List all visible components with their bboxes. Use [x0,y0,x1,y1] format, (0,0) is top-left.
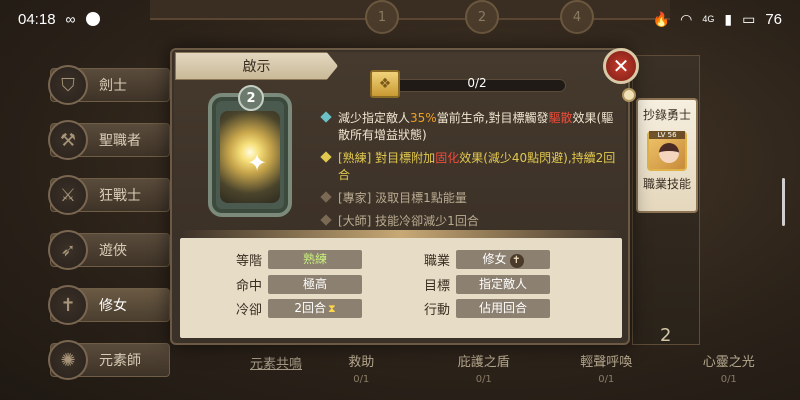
skill-tab-whisper[interactable]: 輕聲呼喚 0/1 [545,343,668,400]
copy-hero-card[interactable]: 抄錄勇士 LV 56 職業技能 [636,98,698,213]
time: 04:18 [18,10,56,28]
skill-tab-label: 輕聲呼喚 [580,355,633,370]
sidebar-item-label: 狂戰士 [99,188,141,204]
hero-face-icon [659,143,679,163]
skill-tab-count: 0/1 [353,374,370,385]
cross-icon: ✝ [48,285,88,325]
hero-portrait: LV 56 [647,131,687,171]
sparkle-icon: ✦ [247,149,268,177]
element-resonance-link[interactable]: 元素共鳴 [250,353,302,372]
desc-text: [熟練] 對目標附加 [338,151,436,165]
skill-progress: 0/2 ❖ [370,70,568,100]
close-icon: ✕ [612,54,630,78]
scrollbar[interactable] [782,178,785,226]
desc-keyword: 驅散 [548,111,573,125]
desc-skilled: [熟練] 對目標附加固化效果(減少40點閃避),持續2回合 [320,150,620,184]
element-icon: ✺ [48,340,88,380]
skill-tab-count: 0/1 [475,374,492,385]
sidebar-item-label: 元素師 [99,353,141,369]
progress-text: 0/2 [467,76,487,90]
stat-label: 職業 [423,254,450,269]
sidebar-item-label: 劍士 [99,78,127,94]
diamond-bullet-icon [320,214,332,226]
stat-job-value: 修女 ✝ [456,250,550,269]
stat-action-value: 佔用回合 [456,299,550,318]
stat-label: 目標 [423,279,450,294]
stat-job-text: 修女 [482,252,507,266]
stat-cooldown-value: 2回合 ⧗ [268,299,362,318]
class-sidebar: ⛉ 劍士 ⚒ 聖職者 ⚔ 狂戰士 ➶ 遊俠 ✝ 修女 ✺ 元素師 [0,60,175,400]
skill-tab-label: 庇護之盾 [457,355,510,370]
stat-grade-value: 熟練 [268,250,362,269]
skill-description: 減少指定敵人35%當前生命,對目標觸發驅散效果(驅散所有增益狀態) [熟練] 對… [320,110,620,236]
skill-tab-rescue[interactable]: 救助 0/1 [300,343,423,400]
axe-icon: ⚔ [48,175,88,215]
desc-text: 當前生命,對目標觸發 [436,111,549,125]
stat-hit-value: 極高 [268,275,362,294]
desc-keyword: 固化 [435,151,460,165]
pin-icon [622,88,636,102]
desc-master: [大師] 技能冷卻減少1回合 [320,213,620,230]
diamond-bullet-icon [320,151,332,163]
battery-icon: ▭ [742,10,756,27]
desc-main: 減少指定敵人35%當前生命,對目標觸發驅散效果(驅散所有增益狀態) [320,110,620,144]
notification-dot-icon [85,12,100,26]
popup-title: 啟示 [175,52,338,80]
stat-cooldown-text: 2回合 [294,301,326,315]
hero-level: LV 56 [649,131,685,139]
right-panel-number: 2 [660,325,672,346]
stat-label: 等階 [235,254,262,269]
skill-tab-count: 0/1 [720,374,737,385]
stat-label: 行動 [423,303,450,318]
sidebar-item-label: 聖職者 [99,133,141,149]
skill-tab-label: 心靈之光 [702,355,755,370]
desc-text: 減少指定敵人 [338,111,411,125]
stat-row: 冷卻 2回合 ⧗ 行動 佔用回合 [222,299,562,319]
stat-row: 命中 極高 目標 指定敵人 [222,275,562,295]
popup-title-text: 啟示 [242,59,271,75]
skill-stats: 等階 熟練 職業 修女 ✝ 命中 極高 目標 指定敵人 冷卻 2回合 ⧗ 行動 佔用… [222,250,562,322]
skill-tab-label: 救助 [348,355,375,370]
hourglass-icon: ⧗ [327,302,336,315]
stat-row: 等階 熟練 職業 修女 ✝ [222,250,562,270]
desc-text: [專家] 汲取目標1點能量 [338,191,467,205]
wifi-icon: ◠ [680,10,693,27]
close-button[interactable]: ✕ [603,48,639,84]
shield-icon: ⛉ [48,65,88,105]
light-burst-image: ✦ [220,111,280,203]
job-skill-label: 職業技能 [642,177,691,191]
desc-expert: [專家] 汲取目標1點能量 [320,190,620,207]
flame-icon: 🔥 [652,10,671,27]
stat-target-value: 指定敵人 [456,275,550,294]
copy-hero-title: 抄錄勇士 [642,108,691,122]
skill-tab-shield[interactable]: 庇護之盾 0/1 [423,343,546,400]
bow-icon: ➶ [48,230,88,270]
stat-label: 冷卻 [235,303,262,318]
status-bar: 04:18 ∞ 🔥 ◠ 4G ▮ ▭ 76 [0,0,800,38]
network-label: 4G [702,14,715,24]
diamond-bullet-icon [320,111,332,123]
skill-tab-count: 0/1 [598,374,615,385]
skill-book-icon: ❖ [370,70,400,98]
skill-tab-light[interactable]: 心靈之光 0/1 [668,343,791,400]
cross-icon: ✝ [509,254,524,268]
infinity-icon: ∞ [65,11,76,27]
hammer-icon: ⚒ [48,120,88,160]
skill-card-art: 2 ✦ [208,85,292,217]
sidebar-item-label: 遊俠 [99,243,127,259]
battery-level: 76 [765,10,782,28]
signal-icon: ▮ [724,10,733,27]
stat-label: 命中 [235,279,262,294]
skill-tabs: 救助 0/1 庇護之盾 0/1 輕聲呼喚 0/1 心靈之光 0/1 [300,343,790,400]
desc-highlight: 35% [410,111,437,125]
diamond-bullet-icon [320,191,332,203]
desc-text: [大師] 技能冷卻減少1回合 [338,214,479,228]
sidebar-item-label: 修女 [99,298,127,314]
skill-level-badge: 2 [238,85,264,111]
